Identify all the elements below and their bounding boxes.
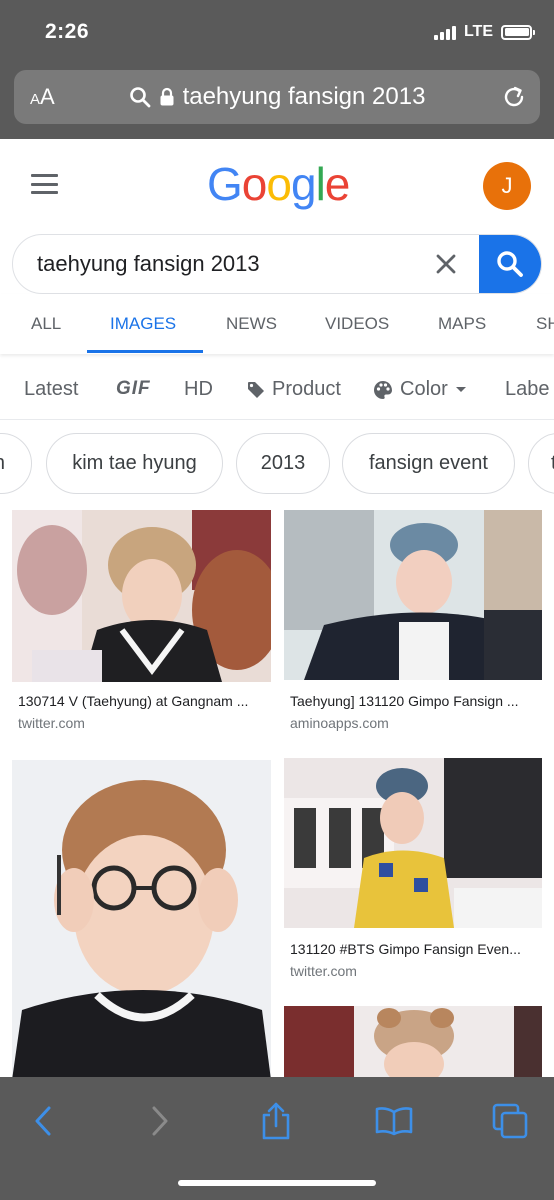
logo-letter: G [207,158,243,210]
tool-latest-label: Latest [24,378,79,400]
search-button[interactable] [479,235,541,293]
search-tabs: ALL IMAGES NEWS VIDEOS MAPS SH [0,294,554,354]
browser-top-chrome: 2:26 LTE AA taehyung fansign 2013 [0,0,554,139]
result-source: aminoapps.com [290,715,389,731]
logo-letter: l [315,158,326,210]
tab-shopping[interactable]: SH [536,314,554,334]
tool-color-label: Color [400,378,448,400]
tabs-button[interactable] [488,1099,532,1143]
hamburger-menu-icon[interactable] [31,174,58,194]
result-source: twitter.com [18,715,85,731]
bookmarks-button[interactable] [372,1099,416,1143]
image-tools: Latest GIF HD Product Color Labe [0,360,554,420]
address-bar[interactable]: AA taehyung fansign 2013 [14,70,540,124]
status-indicators: LTE [433,23,535,41]
active-tab-indicator [87,350,203,353]
logo-letter: o [266,158,292,210]
tool-latest[interactable]: Latest [24,378,78,401]
url-field[interactable]: taehyung fansign 2013 [14,70,540,124]
image-result[interactable]: 130714 V (Taehyung) at Gangnam ... twitt… [12,510,271,740]
chip-related[interactable]: 2013 [236,433,330,494]
home-indicator[interactable] [178,1180,376,1186]
search-icon [129,87,150,108]
signal-icon [433,24,456,40]
logo-letter: o [241,158,268,210]
tool-product[interactable]: Product [246,378,341,401]
network-type: LTE [463,23,493,40]
image-result[interactable] [284,1006,542,1078]
back-button[interactable] [22,1099,66,1143]
url-text: taehyung fansign 2013 [182,83,426,110]
avatar[interactable]: J [483,162,531,210]
dropdown-arrow-icon [455,386,466,392]
tool-labeled-label: Labe [505,378,550,400]
tabs-icon [492,1103,528,1139]
result-title[interactable]: 131120 #BTS Gimpo Fansign Even... [290,941,540,957]
result-title[interactable]: 130714 V (Taehyung) at Gangnam ... [18,693,268,709]
palette-icon [374,380,392,399]
tab-maps[interactable]: MAPS [438,314,486,334]
chevron-right-icon [152,1106,168,1136]
chip-related[interactable]: kim tae hyung [46,433,223,494]
tab-videos[interactable]: VIDEOS [325,314,389,334]
search-icon [497,251,523,277]
tool-color[interactable]: Color [372,378,468,401]
result-thumbnail[interactable] [284,758,542,928]
chip-related[interactable]: t [528,433,554,494]
clear-icon[interactable] [431,249,461,279]
share-icon [262,1102,290,1140]
tool-hd[interactable]: HD [184,378,213,401]
image-result[interactable]: Taehyung] 131120 Gimpo Fansign ... amino… [284,510,542,740]
result-thumbnail[interactable] [12,760,271,1080]
tool-labeled[interactable]: Labe [505,378,550,401]
chip-related[interactable]: fansign event [342,433,515,494]
related-search-chips: n kim tae hyung 2013 fansign event t [0,433,554,495]
result-source: twitter.com [290,963,357,979]
image-result[interactable] [12,760,271,1080]
logo-letter: g [290,158,317,210]
search-box[interactable]: taehyung fansign 2013 [12,234,542,294]
share-button[interactable] [254,1099,298,1143]
logo-letter: e [324,158,351,210]
tool-gif[interactable]: GIF [116,378,151,400]
tab-all[interactable]: ALL [31,314,61,334]
tool-gif-label: GIF [116,378,151,399]
battery-icon [501,24,535,40]
result-thumbnail[interactable] [284,510,542,680]
tool-hd-label: HD [184,378,213,400]
book-icon [375,1107,413,1136]
tool-product-label: Product [272,378,341,400]
forward-button[interactable] [137,1099,181,1143]
tab-images[interactable]: IMAGES [110,314,176,334]
image-result[interactable]: 131120 #BTS Gimpo Fansign Even... twitte… [284,758,542,988]
tag-icon [248,381,264,398]
lock-icon [160,87,174,106]
status-time: 2:26 [45,20,90,43]
google-logo[interactable]: Google [207,157,351,211]
reload-icon[interactable] [500,83,528,111]
result-thumbnail[interactable] [12,510,271,682]
chip-related[interactable]: n [0,433,32,494]
google-header: Google J [0,139,554,234]
search-input[interactable]: taehyung fansign 2013 [37,235,260,293]
result-title[interactable]: Taehyung] 131120 Gimpo Fansign ... [290,693,540,709]
tab-news[interactable]: NEWS [226,314,277,334]
result-thumbnail[interactable] [284,1006,542,1078]
chevron-left-icon [35,1106,51,1136]
